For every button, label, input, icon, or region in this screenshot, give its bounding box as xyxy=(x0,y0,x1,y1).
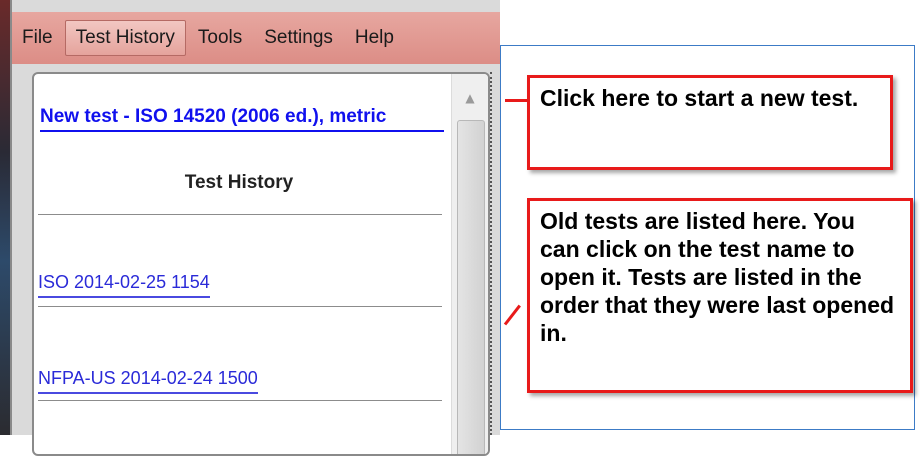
history-item-link[interactable]: ISO 2014-02-25 1154 xyxy=(38,272,210,298)
divider xyxy=(38,400,442,401)
splitter-handle[interactable] xyxy=(490,72,492,435)
menu-file[interactable]: File xyxy=(12,21,63,55)
divider xyxy=(38,214,442,215)
new-test-link[interactable]: New test - ISO 14520 (2006 ed.), metric xyxy=(40,106,444,132)
divider xyxy=(38,306,442,307)
callout-old-tests: Old tests are listed here. You can click… xyxy=(527,198,913,393)
menu-test-history[interactable]: Test History xyxy=(64,20,186,56)
menu-bar: File Test History Tools Settings Help xyxy=(12,12,500,64)
scroll-thumb[interactable] xyxy=(457,120,485,454)
menu-settings[interactable]: Settings xyxy=(254,21,343,55)
test-history-heading: Test History xyxy=(184,172,294,193)
test-history-panel: New test - ISO 14520 (2006 ed.), metric … xyxy=(32,72,490,456)
menu-tools[interactable]: Tools xyxy=(188,21,252,55)
callout-new-test: Click here to start a new test. xyxy=(527,75,893,170)
history-item-link[interactable]: NFPA-US 2014-02-24 1500 xyxy=(38,368,258,394)
scroll-up-arrow-icon[interactable]: ▲ xyxy=(452,78,488,118)
menu-help[interactable]: Help xyxy=(345,21,404,55)
vertical-scrollbar[interactable]: ▲ xyxy=(451,74,488,454)
